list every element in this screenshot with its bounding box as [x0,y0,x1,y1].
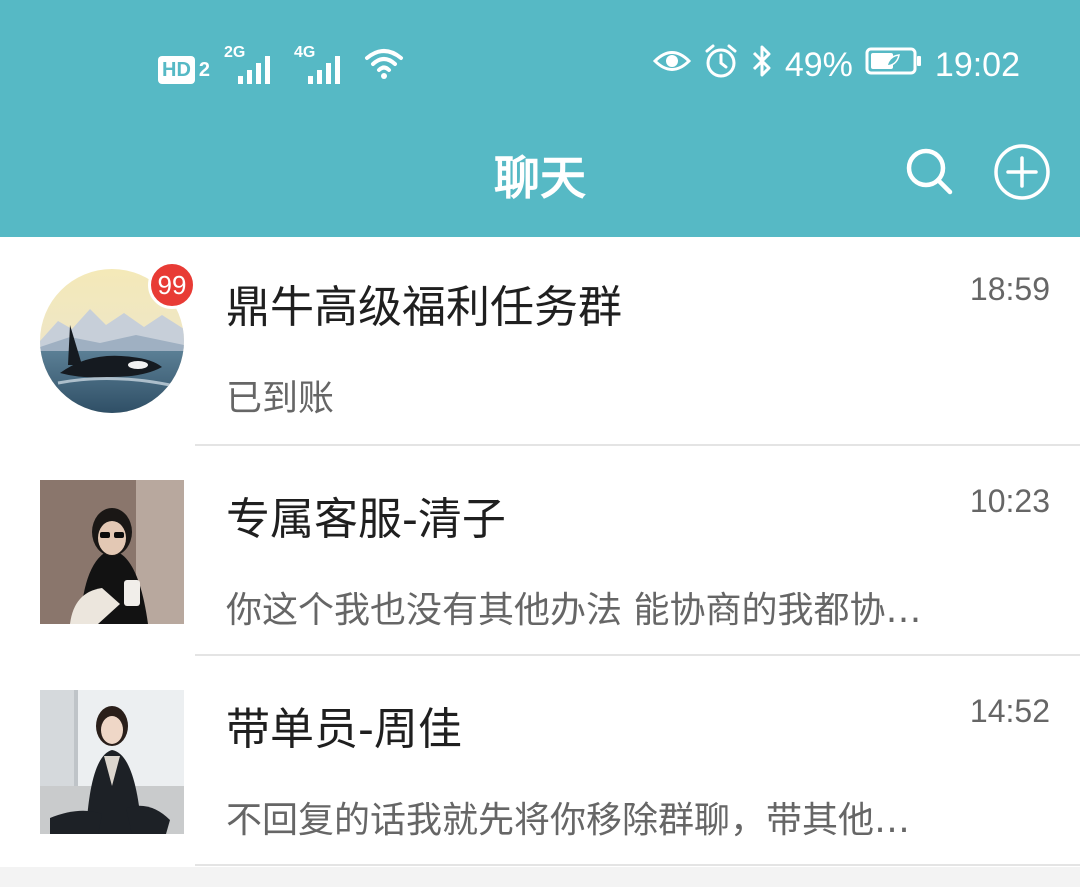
title-bar: 聊天 [0,130,1080,220]
chat-item[interactable]: 99 鼎牛高级福利任务群 18:59 已到账 [0,237,1080,447]
chat-list: 99 鼎牛高级福利任务群 18:59 已到账 专属客服-清子 10:23 你这个… [0,237,1080,867]
bluetooth-icon [751,44,773,87]
hd-icon: HD 2 [158,56,210,84]
chat-name: 专属客服-清子 [226,494,506,545]
chat-preview: 不回复的话我就先将你移除群聊，带其他… [226,800,911,841]
search-icon [906,148,953,195]
chat-name: 鼎牛高级福利任务群 [226,282,622,333]
woman-sunglasses-avatar [40,480,184,624]
chat-time: 10:23 [969,483,1050,519]
battery-icon [865,46,923,85]
app-header: HD 2 2G 4G 49% 19:02 聊天 [0,0,1080,237]
chat-preview: 已到账 [226,378,335,419]
woman-suit-avatar [40,690,184,834]
sim-index: 2 [198,58,211,81]
chat-preview: 你这个我也没有其他办法 能协商的我都协… [226,590,922,631]
status-right: 49% 19:02 [652,40,1020,90]
chat-item[interactable]: 带单员-周佳 14:52 不回复的话我就先将你移除群聊，带其他… [0,657,1080,867]
chat-item[interactable]: 专属客服-清子 10:23 你这个我也没有其他办法 能协商的我都协… [0,447,1080,657]
bottom-strip [0,867,1080,887]
status-left: HD 2 2G 4G [158,44,404,84]
chat-time: 18:59 [969,271,1050,307]
alarm-icon [703,43,739,88]
wifi-icon [364,46,404,84]
hd-label: HD [158,56,195,84]
chat-time: 14:52 [969,693,1050,729]
unread-badge: 99 [148,261,196,309]
eye-icon [652,46,691,85]
signal-2g-icon: 2G [224,44,280,84]
search-button[interactable] [900,142,960,202]
divider [195,444,1080,446]
chat-name: 带单员-周佳 [226,704,462,755]
divider [195,864,1080,866]
divider [195,654,1080,656]
add-circle-icon [994,144,1050,200]
clock-time: 19:02 [934,45,1020,84]
signal-4g-icon: 4G [294,44,350,84]
battery-percent: 49% [784,45,853,84]
add-button[interactable] [992,142,1052,202]
status-bar: HD 2 2G 4G 49% 19:02 [0,30,1080,100]
